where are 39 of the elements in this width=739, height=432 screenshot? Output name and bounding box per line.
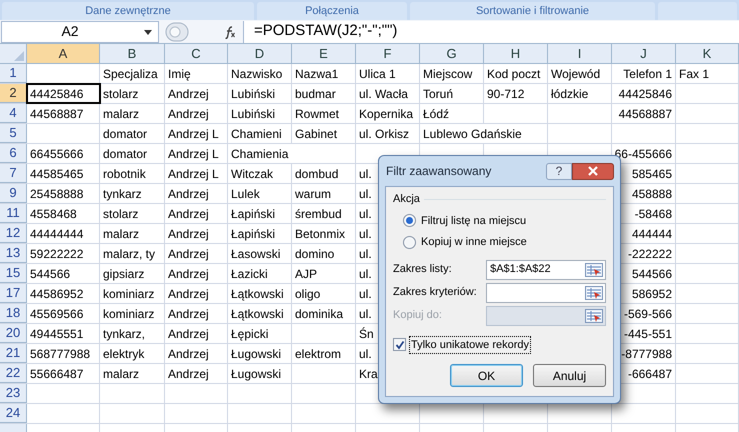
column-header[interactable]: A bbox=[27, 44, 100, 64]
column-header[interactable]: I bbox=[548, 44, 612, 64]
column-header[interactable]: G bbox=[420, 44, 484, 64]
row-header[interactable]: 6 bbox=[0, 144, 27, 163]
ribbon-group-label: Połączenia bbox=[257, 2, 407, 20]
row-header[interactable]: 23 bbox=[0, 384, 27, 403]
row-header[interactable]: 18 bbox=[0, 304, 27, 323]
column-header[interactable]: D bbox=[228, 44, 292, 64]
dialog-button[interactable]: OK bbox=[450, 364, 523, 387]
row-header[interactable]: 1 bbox=[0, 64, 27, 83]
row-header[interactable]: 21 bbox=[0, 344, 27, 363]
row-header[interactable]: 13 bbox=[0, 244, 27, 263]
row-header[interactable]: 4 bbox=[0, 104, 27, 123]
column-header[interactable]: F bbox=[356, 44, 420, 64]
row-header[interactable]: 11 bbox=[0, 204, 27, 223]
formula-field[interactable]: =PODSTAW(J2;"-";"") bbox=[243, 20, 739, 42]
row-header[interactable]: 12 bbox=[0, 224, 27, 243]
row-header[interactable]: 20 bbox=[0, 324, 27, 343]
help-button[interactable]: ? bbox=[546, 162, 572, 180]
row-header[interactable]: 7 bbox=[0, 164, 27, 183]
row-header[interactable]: 17 bbox=[0, 284, 27, 303]
row-header[interactable]: 22 bbox=[0, 364, 27, 383]
row-header[interactable]: 2 bbox=[0, 84, 27, 103]
column-header[interactable]: J bbox=[612, 44, 676, 64]
column-header[interactable]: H bbox=[484, 44, 548, 64]
column-header[interactable]: C bbox=[165, 44, 228, 64]
range-field[interactable]: $A$1:$A$22 bbox=[486, 260, 606, 280]
dialog-button[interactable]: Anuluj bbox=[533, 364, 606, 387]
row-header[interactable]: 24 bbox=[0, 404, 27, 423]
column-header[interactable]: B bbox=[100, 44, 165, 64]
column-header[interactable]: K bbox=[676, 44, 739, 64]
name-box[interactable]: A2 bbox=[1, 20, 159, 42]
ribbon-group-label: Dane zewnętrzne bbox=[2, 2, 254, 20]
row-header[interactable]: 9 bbox=[0, 184, 27, 203]
column-header[interactable]: E bbox=[292, 44, 356, 64]
row-header[interactable]: 5 bbox=[0, 124, 27, 143]
ribbon-group-label: Sortowanie i filtrowanie bbox=[410, 2, 655, 20]
active-cell[interactable]: 44425846 bbox=[27, 84, 100, 103]
row-header[interactable]: 15 bbox=[0, 264, 27, 283]
